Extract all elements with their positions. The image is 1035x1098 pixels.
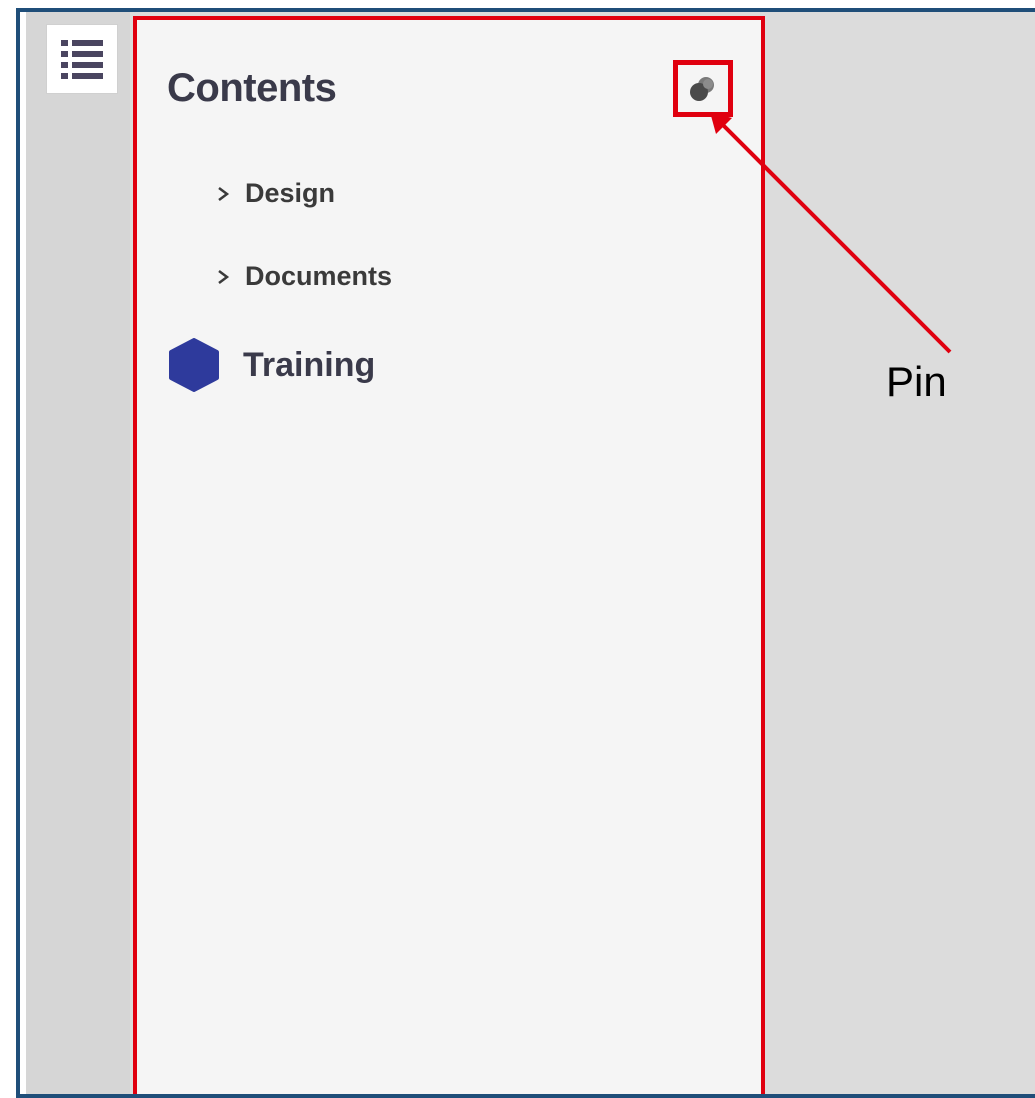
tree-item-label: Design (245, 178, 336, 208)
panel-title: Contents (167, 66, 337, 110)
contents-panel: Contents Design Documents Training (133, 16, 765, 1094)
chevron-right-icon (218, 186, 230, 201)
pin-icon (690, 76, 714, 101)
tree-item-label: Documents (245, 261, 393, 291)
tree-item-design[interactable]: Design (211, 178, 335, 209)
app-frame: Contents Design Documents Training (16, 8, 1035, 1098)
hexagon-icon (169, 338, 219, 392)
tree-item-label: Training (243, 345, 376, 384)
callout-label: Pin (886, 358, 947, 405)
pin-button[interactable] (673, 60, 733, 117)
chevron-right-icon (218, 269, 230, 284)
tree-item-documents[interactable]: Documents (211, 261, 392, 292)
tree-item-training[interactable]: Training (167, 338, 375, 392)
toc-toggle-button[interactable] (46, 24, 118, 94)
left-gutter (20, 12, 130, 1094)
list-icon (61, 40, 103, 79)
